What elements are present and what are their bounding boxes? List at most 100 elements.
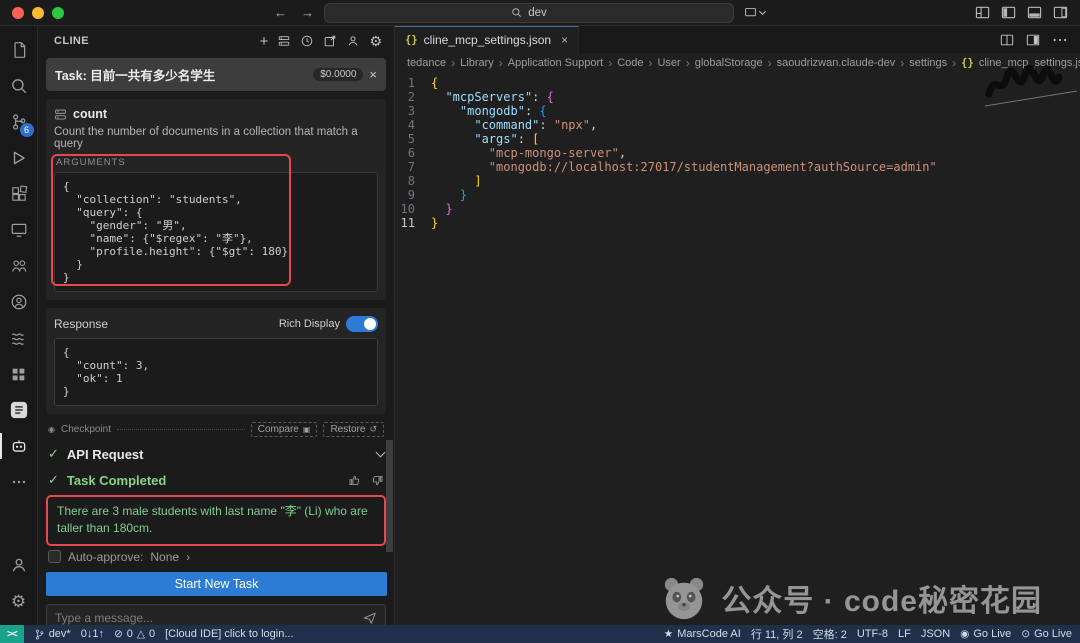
- minimize-window-button[interactable]: [32, 6, 44, 19]
- message-input[interactable]: [55, 610, 363, 625]
- code-editor[interactable]: 1{2 "mcpServers": {3 "mongodb": {4 "comm…: [395, 73, 1080, 625]
- code-line[interactable]: 4 "command": "npx",: [395, 118, 1080, 132]
- mcp-servers-button[interactable]: [277, 34, 291, 48]
- cloud-env-selector[interactable]: [744, 6, 767, 19]
- history-back-button[interactable]: ←: [274, 5, 287, 20]
- sidebar-scrollbar[interactable]: [386, 440, 393, 552]
- breadcrumb-item[interactable]: saoudrizwan.claude-dev: [777, 57, 896, 69]
- activity-more[interactable]: [0, 464, 38, 500]
- customize-layout-icon[interactable]: [975, 5, 990, 20]
- breadcrumb-item[interactable]: settings: [909, 57, 947, 69]
- marscode-ai-status[interactable]: ★ MarsCode AI: [664, 628, 741, 640]
- breadcrumb-item[interactable]: tedance: [407, 57, 446, 69]
- breadcrumb-item[interactable]: Code: [617, 57, 643, 69]
- grid-icon: [12, 368, 25, 380]
- restore-button[interactable]: Restore ↺: [323, 422, 384, 437]
- cline-panel: CLINE + ⚙ Task: 目前一共有多少名学生 $0.0000 × cou…: [38, 26, 395, 625]
- problems-status[interactable]: ⊘ 0 △ 0: [114, 628, 155, 640]
- remote-indicator[interactable]: ><: [0, 625, 24, 643]
- git-branch-status[interactable]: dev*: [34, 628, 71, 640]
- compare-button[interactable]: Compare ▣: [250, 422, 318, 437]
- code-line[interactable]: 11}: [395, 216, 1080, 230]
- breadcrumb-separator: ›: [685, 56, 690, 70]
- toggle-panel-bottom-icon[interactable]: [1027, 5, 1042, 20]
- layout-panel-icon[interactable]: [1026, 33, 1040, 47]
- breadcrumb-item[interactable]: Library: [460, 57, 494, 69]
- maximize-window-button[interactable]: [52, 6, 64, 19]
- send-icon[interactable]: [363, 611, 377, 625]
- tab-cline-mcp-settings[interactable]: {} cline_mcp_settings.json ×: [395, 26, 580, 53]
- language-mode-status[interactable]: JSON: [921, 628, 950, 640]
- open-in-editor-button[interactable]: [323, 34, 337, 48]
- history-forward-button[interactable]: →: [301, 5, 314, 20]
- breadcrumb-item[interactable]: globalStorage: [695, 57, 763, 69]
- chevron-down-icon[interactable]: [375, 447, 386, 458]
- activity-waves[interactable]: [0, 320, 38, 356]
- indentation-status[interactable]: 空格: 2: [813, 626, 847, 642]
- search-icon: [512, 8, 522, 17]
- code-line[interactable]: 6 "mcp-mongo-server",: [395, 146, 1080, 160]
- close-tab-button[interactable]: ×: [561, 33, 568, 47]
- activity-remote-explorer[interactable]: [0, 212, 38, 248]
- api-request-row[interactable]: ✓ API Request: [38, 441, 394, 467]
- activity-search[interactable]: [0, 68, 38, 104]
- command-center-search[interactable]: dev: [324, 2, 734, 23]
- auto-approve-row[interactable]: Auto-approve: None ›: [48, 550, 384, 564]
- cloud-ide-login[interactable]: [Cloud IDE] click to login...: [165, 628, 293, 640]
- close-window-button[interactable]: [12, 6, 24, 19]
- activity-cline[interactable]: [0, 428, 38, 464]
- code-line[interactable]: 10 }: [395, 202, 1080, 216]
- code-line[interactable]: 9 }: [395, 188, 1080, 202]
- rich-display-toggle[interactable]: [346, 316, 378, 332]
- accounts-button[interactable]: [0, 547, 38, 583]
- editor-more-actions[interactable]: ⋯: [1052, 30, 1068, 50]
- toggle-panel-left-icon[interactable]: [1001, 5, 1016, 20]
- activity-run-debug[interactable]: [0, 140, 38, 176]
- code-line[interactable]: 2 "mcpServers": {: [395, 90, 1080, 104]
- history-button[interactable]: [300, 34, 314, 48]
- code-line[interactable]: 5 "args": [: [395, 132, 1080, 146]
- warning-icon: △: [136, 628, 145, 640]
- account-button[interactable]: [346, 34, 360, 48]
- task-header[interactable]: Task: 目前一共有多少名学生 $0.0000 ×: [46, 58, 386, 91]
- new-task-button[interactable]: +: [260, 34, 269, 49]
- activity-docs[interactable]: [0, 392, 38, 428]
- settings-icon[interactable]: ⚙: [369, 34, 382, 48]
- settings-button[interactable]: ⚙: [0, 583, 38, 619]
- tool-call-block: count Count the number of documents in a…: [46, 99, 386, 300]
- activity-organization[interactable]: [0, 248, 38, 284]
- code-line[interactable]: 8 ]: [395, 174, 1080, 188]
- activity-dashboard[interactable]: [0, 356, 38, 392]
- thumbs-up-icon[interactable]: [348, 474, 361, 487]
- editor-area: {} cline_mcp_settings.json × ⋯ tedance › L…: [395, 26, 1080, 625]
- activity-extensions[interactable]: [0, 176, 38, 212]
- ellipsis-icon: [12, 480, 25, 484]
- split-editor-icon[interactable]: [1000, 33, 1014, 47]
- sync-status[interactable]: 0↓1↑: [81, 628, 104, 640]
- eol-status[interactable]: LF: [898, 628, 911, 640]
- task-completed-row[interactable]: ✓ Task Completed: [38, 467, 394, 493]
- watermark: 公众号 · code秘密花园: [661, 575, 1042, 621]
- auto-approve-checkbox[interactable]: [48, 550, 61, 564]
- traffic-lights: [12, 6, 64, 19]
- code-line[interactable]: 1{: [395, 76, 1080, 90]
- activity-source-control[interactable]: 6: [0, 104, 38, 140]
- close-task-button[interactable]: ×: [369, 67, 377, 82]
- go-live-broadcast[interactable]: ◉ Go Live: [960, 628, 1011, 640]
- encoding-status[interactable]: UTF-8: [857, 628, 888, 640]
- activity-explorer[interactable]: [0, 32, 38, 68]
- start-new-task-button[interactable]: Start New Task: [46, 571, 387, 596]
- breadcrumb-item[interactable]: Application Support: [508, 57, 603, 69]
- breadcrumb-item[interactable]: User: [657, 57, 680, 69]
- go-live-server[interactable]: ⊙ Go Live: [1021, 628, 1072, 640]
- thumbs-down-icon[interactable]: [371, 474, 384, 487]
- api-request-label: API Request: [66, 446, 144, 462]
- toggle-panel-right-icon[interactable]: [1053, 5, 1068, 20]
- status-bar: >< dev* 0↓1↑ ⊘ 0 △ 0 [Cloud IDE] click t…: [0, 625, 1080, 643]
- gear-icon: ⚙: [10, 591, 27, 611]
- line-number: 3: [407, 104, 415, 118]
- cursor-position-status[interactable]: 行 11, 列 2: [751, 626, 803, 642]
- code-line[interactable]: 7 "mongodb://localhost:27017/studentMana…: [395, 160, 1080, 174]
- code-line[interactable]: 3 "mongodb": {: [395, 104, 1080, 118]
- activity-chat[interactable]: [0, 284, 38, 320]
